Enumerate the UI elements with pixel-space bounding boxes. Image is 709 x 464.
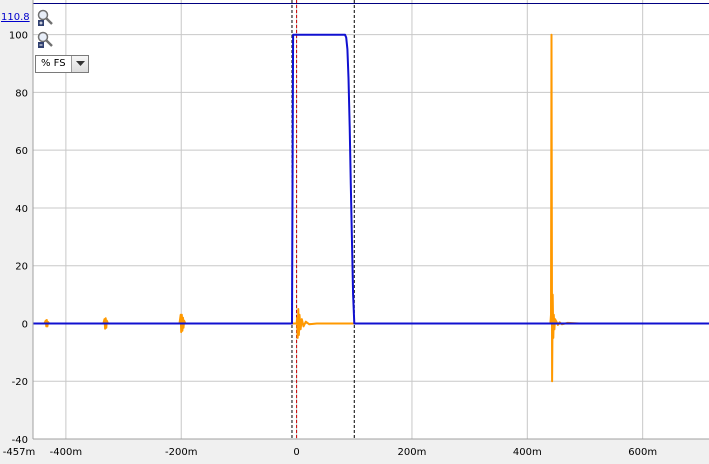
y-tick-label: 40	[15, 204, 28, 215]
y-tick-label: -40	[12, 435, 28, 446]
zoom-in-icon	[37, 9, 53, 26]
zoom-in-button[interactable]	[37, 9, 55, 27]
zoom-out-button[interactable]	[37, 31, 55, 49]
y-tick-label: 0	[22, 319, 28, 330]
y-tick-label: 20	[15, 262, 28, 273]
dropdown-button[interactable]	[71, 56, 88, 72]
x-tick-label: -400m	[50, 447, 82, 458]
zoom-out-icon	[37, 31, 53, 48]
x-tick-label: 400m	[513, 447, 542, 458]
chevron-down-icon	[75, 61, 85, 66]
x-axis: -457m -400m -200m 0 200m 400m 600m	[3, 438, 709, 458]
y-tick-label: 100	[9, 31, 28, 42]
y-max-value[interactable]: 110.8	[1, 12, 30, 23]
x-tick-label: 0	[293, 447, 299, 458]
x-tick-label: 600m	[628, 447, 657, 458]
x-tick-label: -457m	[3, 447, 35, 458]
y-tick-label: 80	[15, 88, 28, 99]
plot-area[interactable]	[33, 0, 709, 439]
time-domain-chart[interactable]: 100 80 60 40 20 0 -20 -40 -457m -400m -200m 0 200m 4…	[0, 0, 709, 464]
y-axis: 100 80 60 40 20 0 -20 -40	[9, 0, 34, 446]
units-dropdown[interactable]: % FS	[35, 55, 89, 73]
x-tick-label: -200m	[165, 447, 197, 458]
x-tick-label: 200m	[398, 447, 427, 458]
units-selected-value: % FS	[41, 58, 66, 69]
y-tick-label: -20	[12, 377, 28, 388]
y-tick-label: 60	[15, 146, 28, 157]
